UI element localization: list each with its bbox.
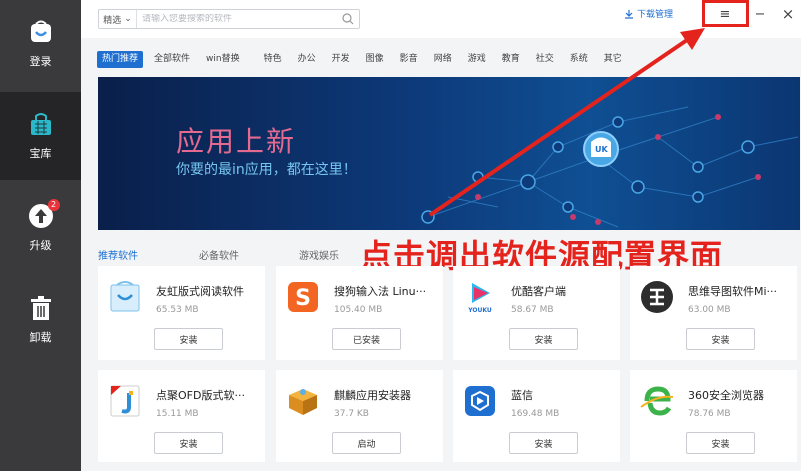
app-card[interactable]: 麒麟应用安装器 37.7 KB 启动 (276, 370, 443, 462)
shopping-basket-icon (28, 111, 54, 137)
sidebar: 登录 宝库 2 升级 卸载 (0, 0, 81, 471)
tab-dev[interactable]: 开发 (327, 51, 355, 68)
close-icon: × (781, 5, 795, 23)
app-size: 65.53 MB (156, 305, 199, 315)
sidebar-item-label: 登录 (29, 55, 52, 68)
tab-media[interactable]: 影音 (395, 51, 423, 68)
app-size: 105.40 MB (334, 305, 383, 315)
install-button[interactable]: 安装 (154, 432, 223, 454)
tab-education[interactable]: 教育 (497, 51, 525, 68)
tab-system[interactable]: 系统 (565, 51, 593, 68)
app-name: 搜狗输入法 Linu··· (334, 285, 427, 298)
app-name: 麒麟应用安装器 (334, 389, 411, 402)
minimize-button[interactable]: − (749, 4, 771, 24)
top-bar: 精选 ⌄ 下载管理 ≡ − × (81, 0, 801, 38)
app-size: 15.11 MB (156, 409, 199, 419)
sidebar-item-store[interactable]: 宝库 (0, 92, 81, 180)
search-icon[interactable] (337, 10, 359, 28)
install-button[interactable]: 安装 (509, 432, 578, 454)
app-size: 63.00 MB (688, 305, 731, 315)
download-manager-button[interactable]: 下载管理 (624, 7, 673, 20)
search-box: 精选 ⌄ (98, 9, 360, 29)
tab-image[interactable]: 图像 (361, 51, 389, 68)
tab-social[interactable]: 社交 (531, 51, 559, 68)
tab-network[interactable]: 网络 (429, 51, 457, 68)
app-card[interactable]: 思维导图软件Mi··· 63.00 MB 安装 (630, 266, 797, 360)
banner-logo-text: UK (595, 145, 608, 154)
search-scope-select[interactable]: 精选 ⌄ (99, 10, 137, 28)
tab-hot[interactable]: 热门推荐 (97, 51, 144, 68)
minimize-icon: − (754, 6, 766, 22)
install-button[interactable]: 安装 (686, 328, 755, 350)
browser-360-icon (639, 383, 675, 419)
search-input[interactable] (137, 14, 337, 24)
section-tab-recommended[interactable]: 推荐软件 (98, 247, 138, 262)
mindmap-icon (639, 279, 675, 315)
app-name: 思维导图软件Mi··· (688, 285, 778, 298)
banner-title: 应用上新 (176, 125, 297, 158)
ofd-icon (107, 383, 143, 419)
sidebar-item-label: 宝库 (29, 147, 52, 160)
section-tab-games[interactable]: 游戏娱乐 (299, 247, 339, 262)
upgrade-count-badge: 2 (47, 199, 60, 211)
chevron-down-icon: ⌄ (124, 14, 132, 24)
sidebar-item-uninstall[interactable]: 卸载 (0, 276, 81, 364)
close-button[interactable]: × (777, 4, 799, 24)
sogou-icon: S (285, 279, 321, 315)
app-card[interactable]: 蓝信 169.48 MB 安装 (453, 370, 620, 462)
menu-highlight-box (702, 0, 749, 27)
app-card[interactable]: 点聚OFD版式软··· 15.11 MB 安装 (98, 370, 265, 462)
store-bag-icon (28, 19, 54, 45)
sidebar-item-label: 卸载 (29, 331, 52, 344)
trash-icon (28, 295, 54, 321)
tab-all[interactable]: 全部软件 (149, 51, 195, 68)
tab-games[interactable]: 游戏 (463, 51, 491, 68)
app-card[interactable]: 友虹版式阅读软件 65.53 MB 安装 (98, 266, 265, 360)
svg-text:S: S (295, 286, 311, 311)
sidebar-item-upgrade[interactable]: 2 升级 (0, 184, 81, 272)
app-card[interactable]: 360安全浏览器 78.76 MB 安装 (630, 370, 797, 462)
svg-text:YOUKU: YOUKU (467, 307, 492, 314)
category-tabs: 热门推荐 全部软件 win替换 特色 办公 开发 图像 影音 网络 游戏 教育 … (97, 51, 633, 68)
app-size: 78.76 MB (688, 409, 731, 419)
app-name: 360安全浏览器 (688, 389, 764, 402)
app-name: 优酷客户端 (511, 285, 566, 298)
tab-featured[interactable]: 特色 (259, 51, 287, 68)
download-icon (625, 9, 633, 19)
section-tab-essential[interactable]: 必备软件 (199, 247, 239, 262)
install-button[interactable]: 安装 (154, 328, 223, 350)
banner-subtitle: 你要的最in应用，都在这里！ (176, 162, 357, 178)
tab-office[interactable]: 办公 (293, 51, 321, 68)
app-size: 169.48 MB (511, 409, 560, 419)
app-name: 点聚OFD版式软··· (156, 389, 245, 402)
installed-button[interactable]: 已安装 (332, 328, 401, 350)
app-size: 37.7 KB (334, 409, 369, 419)
reader-bag-icon (107, 279, 143, 315)
upgrade-arrow-icon: 2 (28, 199, 60, 229)
package-box-icon (285, 383, 321, 419)
tab-win-replace[interactable]: win替换 (201, 51, 245, 68)
install-button[interactable]: 安装 (509, 328, 578, 350)
lanxin-icon (462, 383, 498, 419)
sidebar-item-label: 升级 (29, 239, 52, 252)
youku-icon: YOUKU (462, 279, 498, 315)
app-card[interactable]: S 搜狗输入法 Linu··· 105.40 MB 已安装 (276, 266, 443, 360)
tab-other[interactable]: 其它 (599, 51, 627, 68)
app-name: 友虹版式阅读软件 (156, 285, 244, 298)
app-size: 58.67 MB (511, 305, 554, 315)
promo-banner[interactable]: UK 应用上新 你要的最in应用，都在这里！ (98, 77, 800, 230)
app-card[interactable]: YOUKU 优酷客户端 58.67 MB 安装 (453, 266, 620, 360)
sidebar-item-login[interactable]: 登录 (0, 0, 81, 88)
app-name: 蓝信 (511, 389, 533, 402)
install-button[interactable]: 安装 (686, 432, 755, 454)
launch-button[interactable]: 启动 (332, 432, 401, 454)
